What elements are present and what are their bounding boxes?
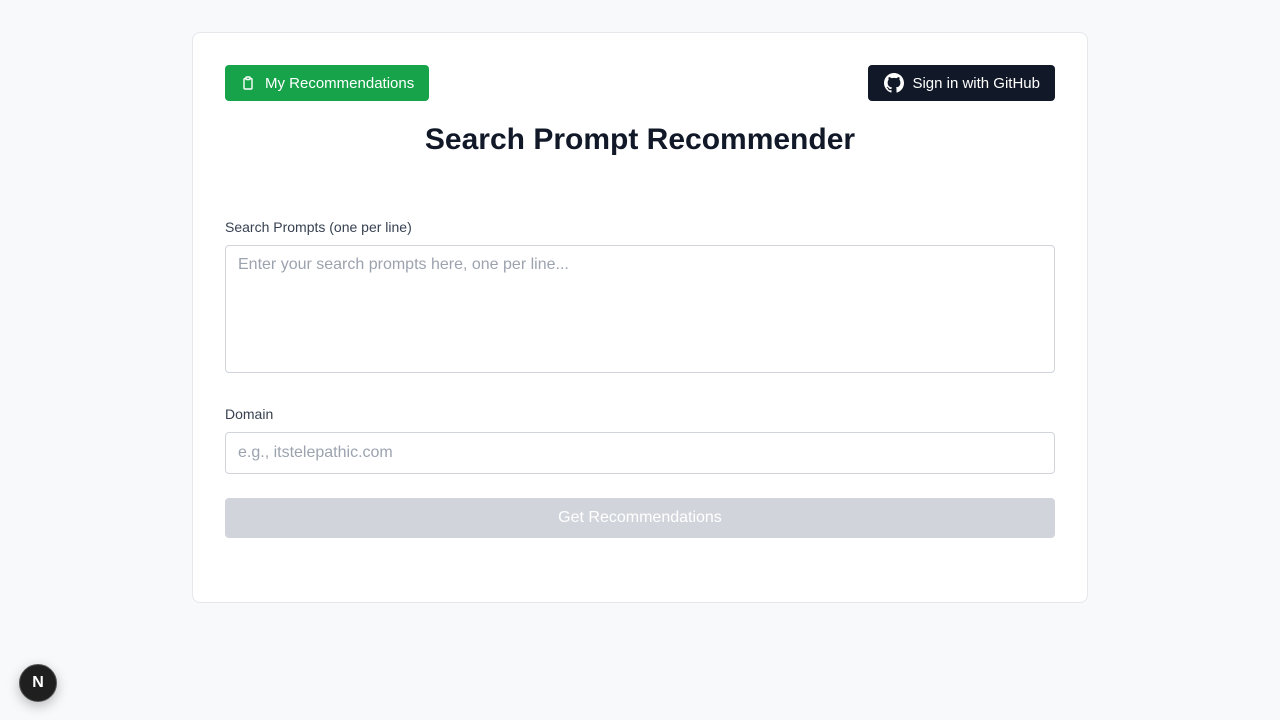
- get-recommendations-button[interactable]: Get Recommendations: [225, 498, 1055, 538]
- nextjs-dev-badge[interactable]: N: [19, 664, 57, 702]
- my-recommendations-label: My Recommendations: [265, 74, 415, 92]
- github-sign-in-button[interactable]: Sign in with GitHub: [868, 65, 1055, 101]
- my-recommendations-button[interactable]: My Recommendations: [225, 65, 430, 101]
- page-title: Search Prompt Recommender: [424, 123, 856, 156]
- github-icon: [884, 73, 905, 93]
- nextjs-icon: N: [32, 674, 44, 691]
- search-prompts-textarea[interactable]: [225, 245, 1055, 373]
- domain-label: Domain: [225, 406, 274, 422]
- search-prompts-label: Search Prompts (one per line): [225, 219, 412, 235]
- domain-input[interactable]: [225, 432, 1055, 474]
- clipboard-icon: [243, 76, 253, 90]
- main-card: My Recommendations Sign in with GitHub S…: [192, 32, 1088, 603]
- github-sign-in-label: Sign in with GitHub: [912, 74, 1040, 92]
